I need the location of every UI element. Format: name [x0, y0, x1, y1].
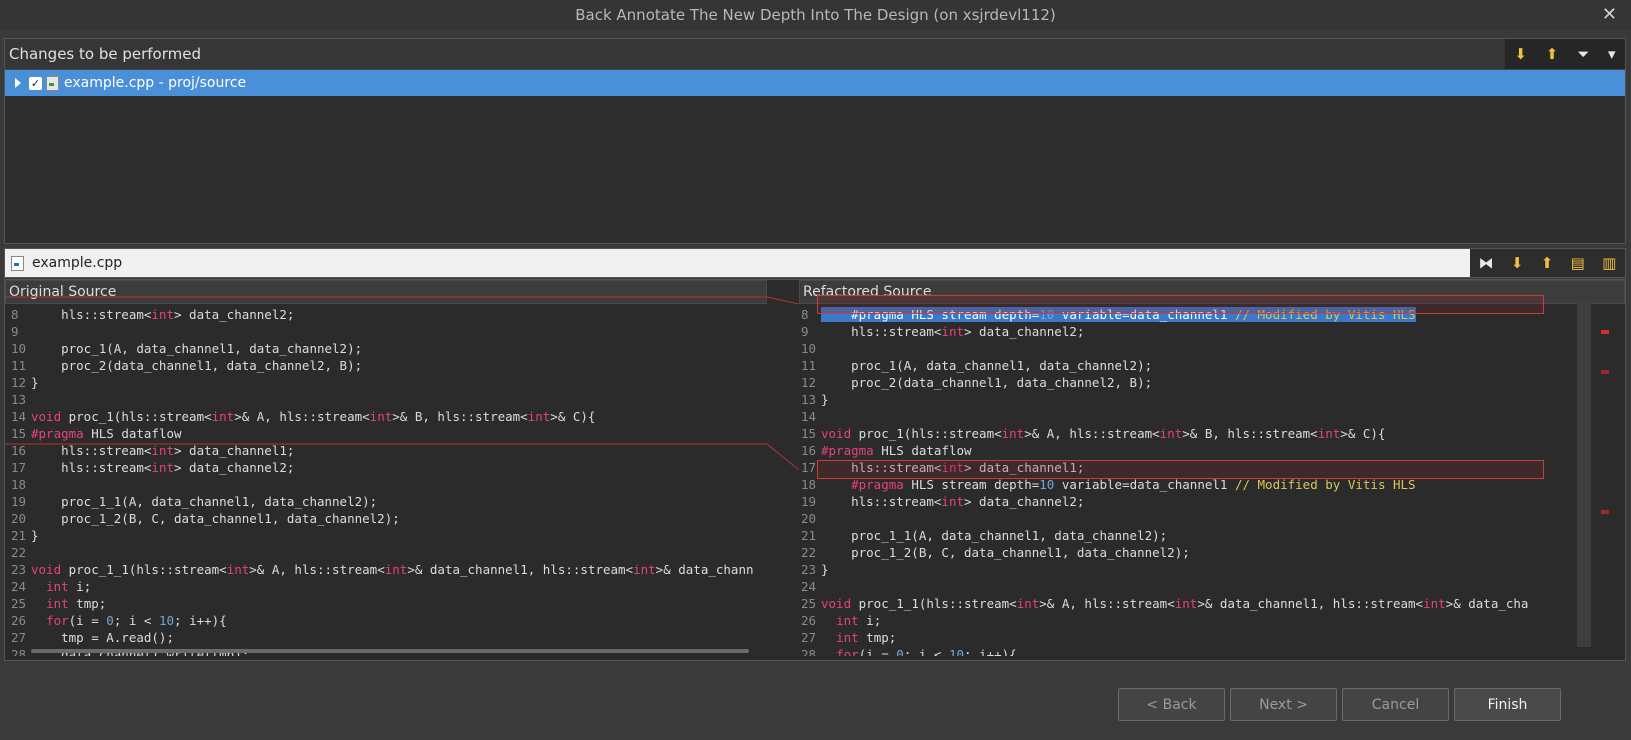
diff-overview-mark[interactable] — [1601, 370, 1609, 374]
back-button[interactable]: < Back — [1118, 688, 1225, 721]
line-number: 20 — [801, 511, 817, 526]
code-text: } — [821, 562, 829, 577]
finish-button[interactable]: Finish — [1454, 688, 1561, 721]
code-text: int i; — [836, 613, 882, 628]
code-line: 16 #pragma HLS dataflow — [799, 442, 1544, 459]
code-line: 11 proc_1(A, data_channel1, data_channel… — [799, 357, 1544, 374]
line-number: 16 — [801, 443, 817, 458]
line-number: 24 — [801, 579, 817, 594]
line-number: 11 — [801, 358, 817, 373]
horizontal-scrollbar[interactable] — [31, 649, 749, 653]
line-number: 27 — [801, 630, 817, 645]
diff-highlight-1 — [817, 295, 1544, 314]
changes-panel: Changes to be performed ⬇ ⬆ ⏷ ▾ ✓ exampl… — [4, 38, 1626, 244]
swap-sides-icon[interactable]: ⧓ — [1479, 254, 1494, 272]
next-change-doc-icon[interactable]: ▤ — [1571, 254, 1585, 272]
code-text: int tmp; — [836, 630, 897, 645]
line-number: 21 — [801, 528, 817, 543]
changes-toolbar: ⬇ ⬆ ⏷ ▾ — [1505, 39, 1625, 69]
diff-connector — [5, 296, 799, 471]
dialog-title: Back Annotate The New Depth Into The Des… — [575, 6, 1056, 24]
code-text: proc_2(data_channel1, data_channel2, B); — [821, 375, 1153, 390]
code-line: 10 — [799, 340, 1544, 357]
code-text: #pragma HLS stream depth=10 variable=dat… — [851, 477, 1416, 492]
cpp-file-icon — [46, 75, 59, 91]
code-line: 21 proc_1_1(A, data_channel1, data_chann… — [799, 527, 1544, 544]
dialog-titlebar: Back Annotate The New Depth Into The Des… — [0, 0, 1631, 30]
close-icon[interactable]: ✕ — [1602, 4, 1617, 25]
scrollbar-thumb[interactable] — [1577, 302, 1591, 647]
line-number: 10 — [801, 341, 817, 356]
code-line: 15 void proc_1(hls::stream<int>& A, hls::… — [799, 425, 1544, 442]
code-line: 23} — [799, 561, 1544, 578]
previous-difference-icon[interactable]: ⬆ — [1541, 254, 1554, 272]
changes-header: Changes to be performed ⬇ ⬆ ⏷ ▾ — [5, 39, 1625, 70]
changes-header-label: Changes to be performed — [9, 45, 201, 63]
code-line: 12 proc_2(data_channel1, data_channel2, … — [799, 374, 1544, 391]
code-line: 9 hls::stream<int> data_channel2; — [799, 323, 1544, 340]
next-difference-icon[interactable]: ⬇ — [1511, 254, 1524, 272]
code-line: 13} — [799, 391, 1544, 408]
compare-file-name: example.cpp — [32, 255, 123, 271]
code-line: 27 int tmp; — [799, 629, 1544, 646]
line-number: 28 — [801, 647, 817, 656]
code-text: #pragma HLS dataflow — [821, 443, 972, 458]
compare-toolbar: ⧓ ⬇ ⬆ ▤ ▥ — [1470, 249, 1625, 277]
code-text: hls::stream<int> data_channel2; — [821, 324, 1085, 339]
change-item-label: example.cpp - proj/source — [64, 75, 247, 91]
code-line: 20 — [799, 510, 1544, 527]
code-text: for(i = 0; i < 10; i++){ — [836, 647, 1017, 656]
next-change-icon[interactable]: ⬇ — [1514, 45, 1527, 63]
line-number: 19 — [801, 494, 817, 509]
code-line: 19 hls::stream<int> data_channel2; — [799, 493, 1544, 510]
previous-change-icon[interactable]: ⬆ — [1546, 45, 1559, 63]
line-number: 9 — [801, 324, 809, 339]
chevron-down-icon[interactable]: ▾ — [1608, 45, 1616, 63]
compare-file-bar: example.cpp ⧓ ⬇ ⬆ ▤ ▥ — [4, 248, 1626, 278]
cancel-button[interactable]: Cancel — [1342, 688, 1449, 721]
code-text: hls::stream<int> data_channel2; — [821, 494, 1085, 509]
line-number: 23 — [801, 562, 817, 577]
line-number: 14 — [801, 409, 817, 424]
code-text: void proc_1(hls::stream<int>& A, hls::st… — [821, 426, 1386, 441]
line-number: 26 — [801, 613, 817, 628]
line-number: 22 — [801, 545, 817, 560]
line-number: 25 — [801, 596, 817, 611]
cpp-file-icon — [11, 255, 24, 271]
compare-viewer: Original Source Refactored Source 8 hls:… — [4, 279, 1626, 661]
code-line: 26 int i; — [799, 612, 1544, 629]
line-number: 12 — [801, 375, 817, 390]
code-line: 24 — [799, 578, 1544, 595]
previous-change-doc-icon[interactable]: ▥ — [1602, 254, 1616, 272]
code-text: proc_1_2(B, C, data_channel1, data_chann… — [821, 545, 1190, 560]
code-text: proc_1_1(A, data_channel1, data_channel2… — [821, 528, 1168, 543]
code-text: } — [821, 392, 829, 407]
filter-icon[interactable]: ⏷ — [1577, 45, 1589, 63]
code-line: 22 proc_1_2(B, C, data_channel1, data_ch… — [799, 544, 1544, 561]
refactored-source-editor[interactable]: 8 #pragma HLS stream depth=10 variable=d… — [799, 306, 1544, 656]
next-button[interactable]: Next > — [1230, 688, 1337, 721]
expand-arrow-icon[interactable] — [15, 78, 21, 88]
code-line: 28 for(i = 0; i < 10; i++){ — [799, 646, 1544, 656]
code-text: void proc_1_1(hls::stream<int>& A, hls::… — [821, 596, 1529, 611]
diff-overview-mark[interactable] — [1601, 510, 1609, 514]
code-text: proc_1(A, data_channel1, data_channel2); — [821, 358, 1153, 373]
change-item-row[interactable]: ✓ example.cpp - proj/source — [5, 70, 1625, 96]
diff-overview-mark[interactable] — [1601, 330, 1609, 334]
line-number: 15 — [801, 426, 817, 441]
code-line: 14 — [799, 408, 1544, 425]
line-number: 13 — [801, 392, 817, 407]
change-item-checkbox[interactable]: ✓ — [29, 76, 42, 90]
diff-highlight-2 — [817, 460, 1544, 479]
vertical-scrollbar[interactable] — [1577, 302, 1591, 647]
code-line: 25 void proc_1_1(hls::stream<int>& A, hls… — [799, 595, 1544, 612]
